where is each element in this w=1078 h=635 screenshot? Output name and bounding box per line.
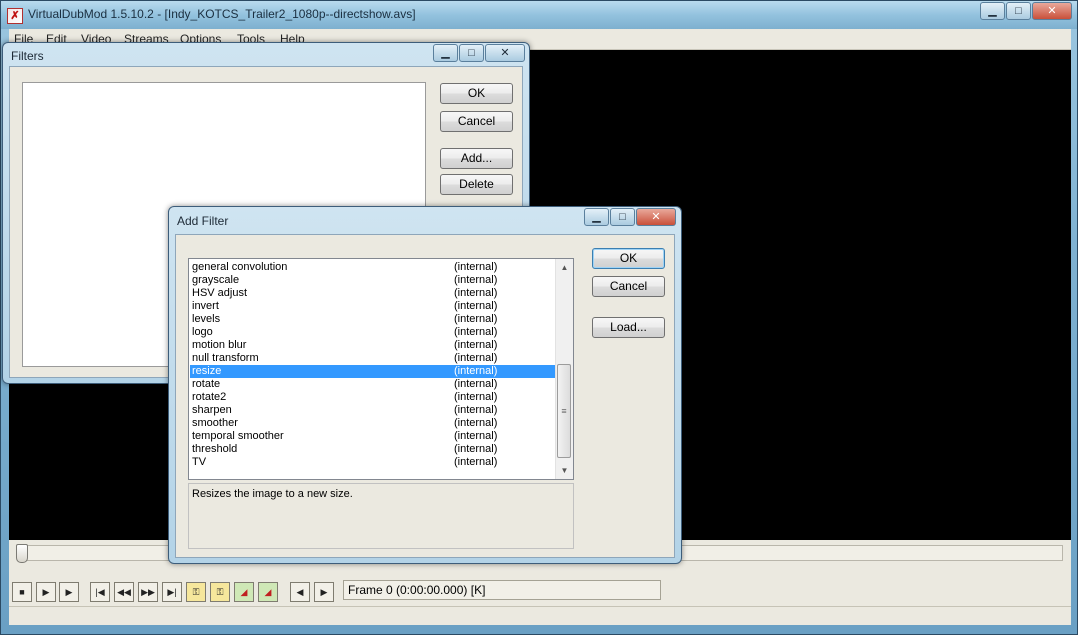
add-filter-cancel-button[interactable]: Cancel	[592, 276, 665, 297]
filter-name: threshold	[192, 443, 238, 455]
filter-list-item[interactable]: levels (internal)	[190, 313, 556, 326]
filter-list-item[interactable]: null transform (internal)	[190, 352, 556, 365]
filter-type: (internal)	[454, 339, 498, 351]
end-icon[interactable]: ▶|	[162, 582, 182, 602]
add-filter-dialog-body: general convolution (internal) grayscale (i…	[175, 234, 675, 558]
filter-list-item[interactable]: rotate (internal)	[190, 378, 556, 391]
filter-name: null transform	[192, 352, 259, 364]
filter-name: grayscale	[192, 274, 240, 286]
filter-type: (internal)	[454, 274, 498, 286]
maximize-button[interactable]: □	[1006, 2, 1031, 20]
filter-name: TV	[192, 456, 207, 468]
play-input-icon[interactable]: ▶	[36, 582, 56, 602]
filter-list-item[interactable]: grayscale (internal)	[190, 274, 556, 287]
filter-list-item[interactable]: temporal smoother (internal)	[190, 430, 556, 443]
filter-type: (internal)	[454, 430, 498, 442]
filters-dialog-title: Filters	[11, 49, 44, 63]
filters-delete-button[interactable]: Delete	[440, 174, 513, 195]
scroll-up-icon[interactable]: ▲	[556, 259, 573, 276]
app-icon: ✗	[7, 8, 23, 24]
filter-list-item[interactable]: motion blur (internal)	[190, 339, 556, 352]
stop-icon[interactable]: ■	[12, 582, 32, 602]
main-title-bar[interactable]: ✗ VirtualDubMod 1.5.10.2 - [Indy_KOTCS_T…	[1, 1, 1077, 29]
play-output-icon[interactable]: ▶	[59, 582, 79, 602]
filter-name: levels	[192, 313, 221, 325]
filter-name: smoother	[192, 417, 238, 429]
status-bar	[9, 606, 1071, 626]
filter-type: (internal)	[454, 352, 498, 364]
filter-list-item[interactable]: HSV adjust (internal)	[190, 287, 556, 300]
filter-type: (internal)	[454, 261, 498, 273]
filter-name: resize	[192, 365, 222, 377]
filter-type: (internal)	[454, 391, 498, 403]
filter-list-item[interactable]: resize (internal)	[190, 365, 556, 378]
scroll-down-icon[interactable]: ▼	[556, 462, 573, 479]
filters-cancel-button[interactable]: Cancel	[440, 111, 513, 132]
filter-type: (internal)	[454, 365, 498, 377]
filter-list-item[interactable]: rotate2 (internal)	[190, 391, 556, 404]
filter-name: rotate2	[192, 391, 227, 403]
filter-type: (internal)	[454, 326, 498, 338]
filter-name: HSV adjust	[192, 287, 248, 299]
filter-type: (internal)	[454, 417, 498, 429]
filter-name: logo	[192, 326, 213, 338]
add-filter-dialog-title: Add Filter	[177, 214, 229, 228]
filters-ok-button[interactable]: OK	[440, 83, 513, 104]
add-filter-ok-button[interactable]: OK	[592, 248, 665, 269]
mark-in-icon[interactable]: ◀	[290, 582, 310, 602]
mark-out-icon[interactable]: ▶	[314, 582, 334, 602]
add-filter-minimize-button[interactable]: ▁	[584, 208, 609, 226]
position-slider-thumb[interactable]	[16, 544, 28, 563]
filter-list-item[interactable]: sharpen (internal)	[190, 404, 556, 417]
scroll-thumb[interactable]: ≡	[557, 364, 571, 458]
filter-name: sharpen	[192, 404, 232, 416]
scene-next-icon[interactable]: ◢	[258, 582, 278, 602]
next-key-icon[interactable]: ⚿	[210, 582, 230, 602]
filter-name: motion blur	[192, 339, 247, 351]
add-filter-close-button[interactable]: ✕	[636, 208, 676, 226]
filter-list-item[interactable]: general convolution (internal)	[190, 261, 556, 274]
filter-name: invert	[192, 300, 219, 312]
prev-icon[interactable]: ◀◀	[114, 582, 134, 602]
prev-key-icon[interactable]: ⚿	[186, 582, 206, 602]
filter-list-item[interactable]: invert (internal)	[190, 300, 556, 313]
add-filter-dialog: Add Filter ▁ □ ✕ general convolution (int…	[168, 206, 682, 564]
filter-type: (internal)	[454, 378, 498, 390]
add-filter-load-button[interactable]: Load...	[592, 317, 665, 338]
filter-type: (internal)	[454, 300, 498, 312]
filter-list[interactable]: general convolution (internal) grayscale (i…	[188, 258, 574, 480]
filter-name: rotate	[192, 378, 221, 390]
start-icon[interactable]: |◀	[90, 582, 110, 602]
filter-type: (internal)	[454, 313, 498, 325]
frame-status: Frame 0 (0:00:00.000) [K]	[343, 580, 661, 600]
next-icon[interactable]: ▶▶	[138, 582, 158, 602]
filter-description: Resizes the image to a new size.	[188, 483, 574, 549]
filter-list-item[interactable]: smoother (internal)	[190, 417, 556, 430]
filter-list-item[interactable]: logo (internal)	[190, 326, 556, 339]
add-filter-maximize-button[interactable]: □	[610, 208, 635, 226]
minimize-button[interactable]: ▁	[980, 2, 1005, 20]
scene-prev-icon[interactable]: ◢	[234, 582, 254, 602]
filter-list-item[interactable]: threshold (internal)	[190, 443, 556, 456]
filter-list-item[interactable]: TV (internal)	[190, 456, 556, 469]
filter-name: temporal smoother	[192, 430, 284, 442]
filter-type: (internal)	[454, 287, 498, 299]
filter-type: (internal)	[454, 456, 498, 468]
filter-type: (internal)	[454, 443, 498, 455]
filters-close-button[interactable]: ✕	[485, 44, 525, 62]
filters-minimize-button[interactable]: ▁	[433, 44, 458, 62]
filter-type: (internal)	[454, 404, 498, 416]
filters-maximize-button[interactable]: □	[459, 44, 484, 62]
filter-name: general convolution	[192, 261, 288, 273]
window-title: VirtualDubMod 1.5.10.2 - [Indy_KOTCS_Tra…	[28, 7, 416, 21]
filters-add-button[interactable]: Add...	[440, 148, 513, 169]
filter-list-scrollbar[interactable]: ▲ ≡ ▼	[555, 259, 573, 479]
close-button[interactable]: ✕	[1032, 2, 1072, 20]
